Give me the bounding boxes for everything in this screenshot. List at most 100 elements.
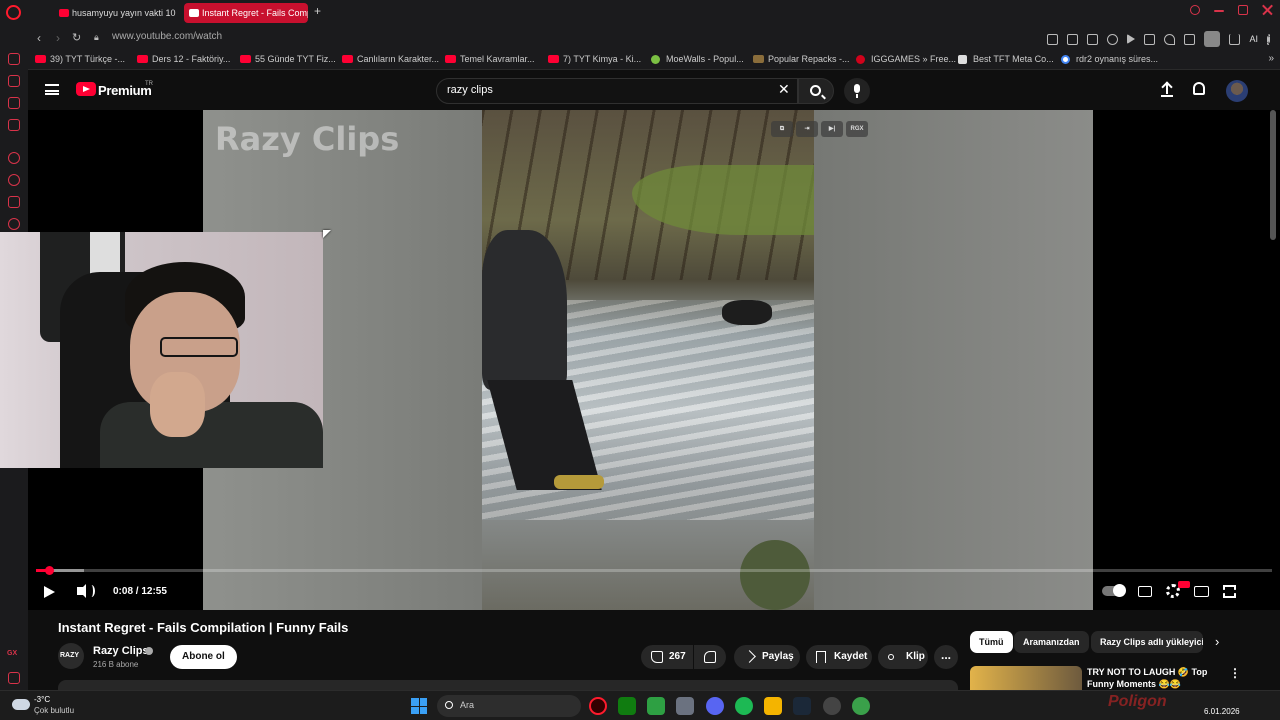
dislike-button[interactable]	[694, 645, 726, 669]
url-field[interactable]: www.youtube.com/watch	[112, 31, 222, 42]
opera-gx-app-icon[interactable]	[589, 697, 607, 715]
download-icon[interactable]	[1229, 33, 1241, 45]
tab-stream[interactable]: husamyuyu yayın vakti 10	[54, 3, 176, 23]
bookmark-item[interactable]: MoeWalls - Popul...	[651, 54, 744, 64]
subtitles-icon[interactable]	[1138, 585, 1152, 597]
rgx-button[interactable]: RGX	[846, 121, 868, 137]
player-play-icon[interactable]	[1127, 34, 1136, 44]
bookmark-item[interactable]: IGGGAMES » Free...	[856, 54, 956, 64]
hamburger-menu-icon[interactable]	[45, 84, 59, 95]
chip-all[interactable]: Tümü	[970, 631, 1013, 653]
discord-app-icon[interactable]	[706, 697, 724, 715]
pip-icon[interactable]: ⧉	[771, 121, 793, 137]
xbox-app-icon[interactable]	[618, 697, 636, 715]
volume-icon[interactable]	[77, 584, 95, 598]
save-button[interactable]: Kaydet	[806, 645, 872, 669]
obs-app-icon[interactable]	[823, 697, 841, 715]
vpn-icon[interactable]	[1087, 33, 1099, 45]
channel-name[interactable]: Razy Clips	[93, 645, 149, 657]
scrubber-handle[interactable]	[45, 566, 55, 575]
workspace-icon[interactable]	[8, 75, 20, 87]
autoplay-toggle[interactable]	[1102, 584, 1126, 597]
video-frame[interactable]: Razy Clips ⧉ ⇥ ▶| RGX	[203, 110, 1093, 610]
twitch-icon[interactable]	[8, 119, 20, 131]
settings-app-icon[interactable]	[676, 697, 694, 715]
youtube-logo-icon[interactable]	[76, 82, 96, 96]
forward-icon[interactable]: ›	[56, 31, 60, 45]
progress-bar[interactable]	[36, 566, 1272, 575]
play-icon[interactable]	[44, 586, 55, 598]
player-icon[interactable]	[8, 152, 20, 164]
bookmark-item[interactable]: 55 Günde TYT Fiz...	[240, 54, 336, 64]
bookmark-item[interactable]: Best TFT Meta Co...	[958, 54, 1054, 64]
menu-icon[interactable]	[1267, 33, 1270, 45]
file-explorer-icon[interactable]	[764, 697, 782, 715]
search-button[interactable]	[798, 78, 834, 104]
app-icon[interactable]	[647, 697, 665, 715]
close-window-icon[interactable]	[1262, 4, 1273, 15]
bookmark-item[interactable]: Popular Repacks -...	[753, 54, 850, 64]
tab-video[interactable]: Instant Regret - Fails Comp	[184, 3, 308, 23]
ai-button[interactable]: AI	[1249, 34, 1258, 44]
upload-icon[interactable]	[1161, 83, 1173, 97]
settings-gear-icon[interactable]	[1166, 581, 1190, 598]
recommendation-menu-icon[interactable]: ⋮	[1229, 666, 1241, 680]
screenshot-icon[interactable]	[1067, 33, 1079, 45]
settings-icon[interactable]	[8, 218, 20, 230]
fullscreen-icon[interactable]	[1223, 584, 1236, 598]
opera-logo-icon[interactable]	[6, 5, 21, 20]
more-actions-button[interactable]: ...	[934, 645, 958, 669]
bookmark-item[interactable]: Temel Kavramlar...	[445, 54, 535, 64]
spotify-app-icon[interactable]	[735, 697, 753, 715]
windows-start-icon[interactable]	[411, 698, 427, 714]
cloud-icon[interactable]	[12, 699, 30, 710]
bookmark-item[interactable]: 39) TYT Türkçe -...	[35, 54, 125, 64]
subscribe-button[interactable]: Abone ol	[170, 645, 237, 669]
channel-avatar[interactable]: RAZY	[58, 643, 84, 669]
notifications-bell-icon[interactable]	[1193, 82, 1205, 95]
chip-from-search[interactable]: Aramanızdan	[1014, 631, 1089, 653]
messenger-icon[interactable]	[8, 97, 20, 109]
steam-app-icon[interactable]	[793, 697, 811, 715]
more-icon[interactable]	[8, 672, 20, 684]
skip-icon[interactable]: ▶|	[821, 121, 843, 137]
brand-label[interactable]: Premium	[98, 83, 152, 98]
clear-search-icon[interactable]: ✕	[778, 82, 790, 96]
minimize-icon[interactable]	[1214, 10, 1224, 12]
recommendation-title[interactable]: TRY NOT TO LAUGH 🤣 Top Funny Moments 😂😂	[1087, 666, 1217, 690]
bookmark-item[interactable]: 7) TYT Kimya - Ki...	[548, 54, 641, 64]
search-tabs-icon[interactable]	[1190, 5, 1200, 15]
taskbar-search[interactable]: Ara	[437, 695, 581, 717]
bookmark-item[interactable]: Canlıların Karakter...	[342, 54, 439, 64]
chevron-right-icon[interactable]: ›	[1215, 634, 1219, 649]
bookmarks-more-icon[interactable]: »	[1268, 53, 1274, 64]
description-box[interactable]	[58, 680, 958, 690]
chip-uploader[interactable]: Razy Clips adlı yükleyici	[1091, 631, 1203, 653]
reload-icon[interactable]: ↻	[72, 31, 81, 44]
pin-icon[interactable]	[1047, 33, 1059, 45]
bookmark-item[interactable]: rdr2 oynanış süres...	[1061, 54, 1158, 64]
tracker-icon[interactable]	[1107, 33, 1119, 45]
recommendation-thumbnail[interactable]	[970, 666, 1082, 690]
page-scrollbar[interactable]	[1270, 110, 1276, 240]
discord-icon[interactable]	[8, 196, 20, 208]
clip-button[interactable]: Klip	[878, 645, 928, 669]
bookmark-item[interactable]: Ders 12 - Faktöriy...	[137, 54, 230, 64]
extensions-icon[interactable]	[1184, 33, 1196, 45]
back-icon[interactable]: ‹	[37, 31, 41, 45]
history-icon[interactable]	[8, 174, 20, 186]
like-button[interactable]: 267	[641, 645, 693, 669]
heart-icon[interactable]	[1164, 33, 1176, 45]
search-input[interactable]	[447, 84, 767, 96]
share-button[interactable]: Paylaş	[734, 645, 800, 669]
maximize-icon[interactable]	[1238, 5, 1248, 15]
popout-icon[interactable]: ⇥	[796, 121, 818, 137]
voice-search-icon[interactable]	[844, 78, 870, 104]
profile-avatar[interactable]	[1204, 31, 1221, 47]
aria-icon[interactable]	[8, 53, 20, 65]
utorrent-app-icon[interactable]	[852, 697, 870, 715]
user-avatar[interactable]	[1226, 80, 1248, 102]
snapshot-icon[interactable]	[1144, 33, 1156, 45]
new-tab-button[interactable]: +	[314, 4, 321, 18]
theater-mode-icon[interactable]	[1194, 585, 1209, 597]
